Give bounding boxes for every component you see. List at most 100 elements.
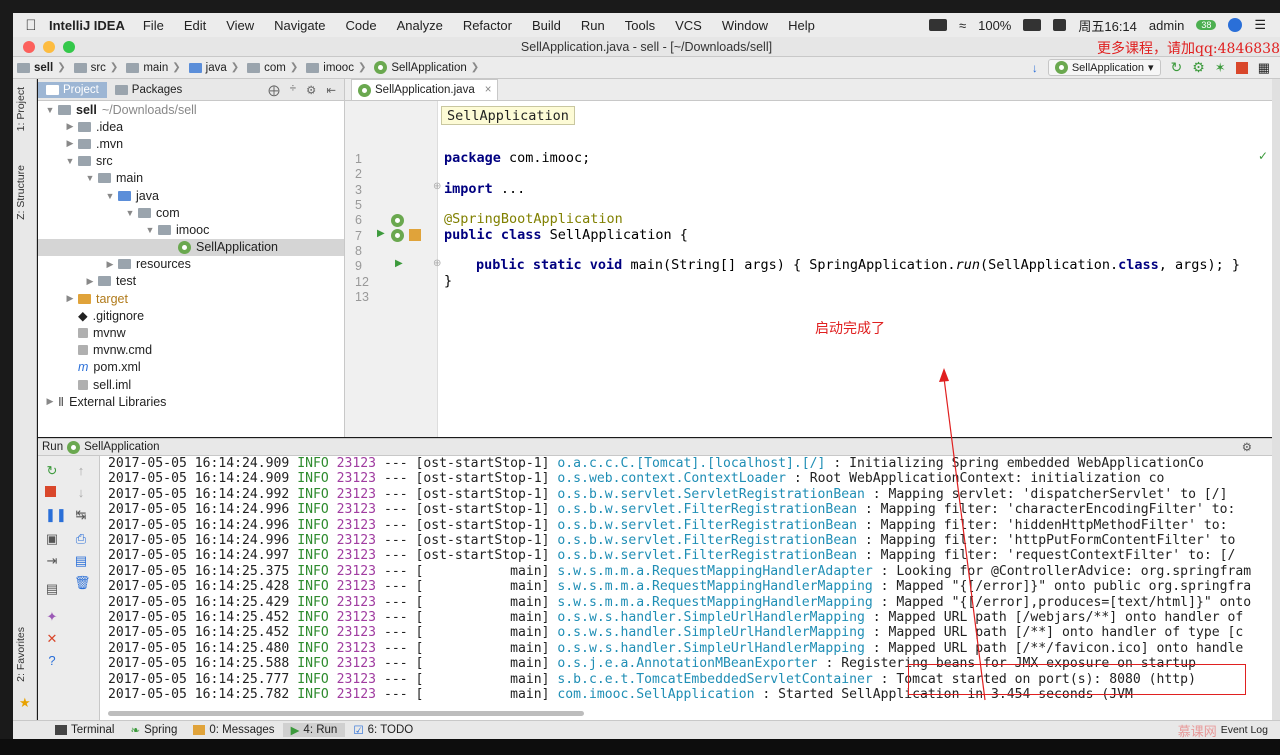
breadcrumb-com[interactable]: com ❯ bbox=[243, 62, 302, 74]
tree-item[interactable]: mvnw.cmd bbox=[38, 342, 344, 359]
input-method-icon[interactable] bbox=[1053, 19, 1067, 31]
tree-item[interactable]: mvnw bbox=[38, 324, 344, 341]
wifi-icon[interactable]: ≈ bbox=[959, 18, 966, 33]
tree-item[interactable]: ▼ com bbox=[38, 204, 344, 221]
code-area[interactable]: package com.imooc; import ... @SpringBoo… bbox=[438, 101, 1280, 437]
chevron-down-icon[interactable]: ▼ bbox=[64, 156, 76, 166]
menu-edit[interactable]: Edit bbox=[184, 18, 206, 33]
exit-icon[interactable]: ⇥ bbox=[45, 554, 59, 568]
spring-bean-gutter-icon[interactable] bbox=[391, 229, 404, 242]
tab-packages[interactable]: Packages bbox=[107, 82, 191, 98]
menu-analyze[interactable]: Analyze bbox=[397, 18, 443, 33]
tool-tab-favorites[interactable]: 2: Favorites bbox=[15, 627, 27, 682]
chevron-right-icon[interactable]: ▶ bbox=[64, 293, 76, 304]
print-icon[interactable]: ⎙ bbox=[74, 532, 88, 546]
tree-item[interactable]: ▶ .idea bbox=[38, 118, 344, 135]
menu-help[interactable]: Help bbox=[788, 18, 815, 33]
close-window-icon[interactable] bbox=[23, 41, 35, 53]
close-tab-icon[interactable]: × bbox=[485, 84, 492, 96]
scroll-down-icon[interactable]: ↓ bbox=[74, 486, 88, 500]
tool-tab-structure[interactable]: Z: Structure bbox=[15, 165, 27, 220]
tree-item[interactable]: ▶ target bbox=[38, 290, 344, 307]
trash-icon[interactable]: 🗑 bbox=[74, 576, 91, 590]
pin-icon[interactable]: ✦ bbox=[45, 610, 59, 624]
tree-item[interactable]: sell.iml bbox=[38, 376, 344, 393]
app-menu[interactable]: IntelliJ IDEA bbox=[49, 18, 125, 33]
print-icon[interactable]: ▤ bbox=[74, 554, 88, 568]
breadcrumb-main[interactable]: main ❯ bbox=[122, 62, 184, 74]
editor-tab-sellapplication[interactable]: SellApplication.java × bbox=[351, 79, 499, 100]
close-icon[interactable]: ✕ bbox=[45, 632, 59, 646]
collapse-all-icon[interactable]: ÷ bbox=[290, 83, 296, 97]
breadcrumb-imooc[interactable]: imooc ❯ bbox=[302, 62, 370, 74]
notification-center-icon[interactable]: ☰ bbox=[1254, 17, 1266, 33]
coverage-icon[interactable]: ✶ bbox=[1215, 60, 1226, 76]
stop-icon[interactable] bbox=[45, 486, 56, 497]
chevron-down-icon[interactable]: ▼ bbox=[104, 191, 116, 201]
tool-tab-run[interactable]: ▶ 4: Run bbox=[282, 723, 346, 737]
tree-item[interactable]: ▼ imooc bbox=[38, 221, 344, 238]
chevron-down-icon[interactable]: ▼ bbox=[144, 225, 156, 235]
menu-code[interactable]: Code bbox=[345, 18, 376, 33]
breadcrumb-src[interactable]: src ❯ bbox=[70, 62, 123, 74]
menu-vcs[interactable]: VCS bbox=[675, 18, 702, 33]
chevron-down-icon[interactable]: ▼ bbox=[124, 208, 136, 218]
tree-item[interactable]: ▶ .mvn bbox=[38, 135, 344, 152]
gear-icon[interactable]: ⚙ bbox=[306, 83, 316, 97]
spring-bean-gutter-icon[interactable] bbox=[391, 214, 404, 227]
build-project-icon[interactable]: ↓ bbox=[1032, 61, 1038, 75]
breadcrumb-sell[interactable]: sell ❯ bbox=[13, 62, 70, 74]
clock[interactable]: 周五16:14 bbox=[1078, 16, 1137, 35]
tree-item[interactable]: SellApplication bbox=[38, 238, 344, 256]
run-panel-config[interactable]: SellApplication bbox=[84, 441, 159, 453]
chevron-right-icon[interactable]: ▶ bbox=[64, 121, 76, 132]
menu-window[interactable]: Window bbox=[722, 18, 768, 33]
tool-tab-terminal[interactable]: Terminal bbox=[47, 724, 122, 736]
tree-item[interactable]: ◆ .gitignore bbox=[38, 307, 344, 324]
tree-item[interactable]: ▶ test bbox=[38, 273, 344, 290]
menu-view[interactable]: View bbox=[226, 18, 254, 33]
keyboard-status-icon[interactable] bbox=[928, 19, 947, 31]
tool-tab-project[interactable]: 1: Project bbox=[15, 87, 27, 131]
hide-panel-icon[interactable]: ⇤ bbox=[326, 83, 336, 97]
breadcrumb-sellapplication[interactable]: SellApplication ❯ bbox=[370, 61, 483, 74]
scroll-up-icon[interactable]: ↑ bbox=[74, 464, 88, 478]
minimize-window-icon[interactable] bbox=[43, 41, 55, 53]
tab-project[interactable]: Project bbox=[38, 81, 107, 98]
tree-item[interactable]: ▼ main bbox=[38, 170, 344, 187]
chevron-down-icon[interactable]: ▼ bbox=[84, 173, 96, 183]
notification-badge[interactable]: 38 bbox=[1196, 20, 1217, 30]
project-structure-icon[interactable]: ▦ bbox=[1258, 60, 1270, 76]
tool-tab-spring[interactable]: ❧ Spring bbox=[122, 723, 185, 737]
breadcrumb-java[interactable]: java ❯ bbox=[185, 62, 244, 74]
chevron-right-icon[interactable]: ▶ bbox=[84, 276, 96, 287]
spring-context-gutter-icon[interactable] bbox=[409, 229, 421, 241]
menu-navigate[interactable]: Navigate bbox=[274, 18, 325, 33]
tree-item[interactable]: m pom.xml bbox=[38, 359, 344, 376]
debug-icon[interactable]: ⚙ bbox=[1192, 59, 1205, 76]
tree-item[interactable]: ▶ Ⅱ External Libraries bbox=[38, 393, 344, 410]
menu-refactor[interactable]: Refactor bbox=[463, 18, 512, 33]
chevron-right-icon[interactable]: ▶ bbox=[44, 396, 56, 407]
stop-icon[interactable] bbox=[1235, 61, 1248, 74]
tree-item[interactable]: ▶ resources bbox=[38, 256, 344, 273]
chevron-right-icon[interactable]: ▶ bbox=[104, 259, 116, 270]
run-class-gutter-icon[interactable]: ▶ bbox=[377, 228, 385, 239]
tool-tab-todo[interactable]: ☑ 6: TODO bbox=[345, 723, 421, 737]
chevron-right-icon[interactable]: ▶ bbox=[64, 138, 76, 149]
menu-tools[interactable]: Tools bbox=[625, 18, 655, 33]
pause-icon[interactable]: ❚❚ bbox=[45, 508, 67, 522]
horizontal-scrollbar[interactable] bbox=[108, 711, 584, 716]
inspection-ok-icon[interactable]: ✓ bbox=[1258, 149, 1268, 163]
layout-icon[interactable]: ▤ bbox=[45, 582, 59, 596]
camera-icon[interactable]: ▣ bbox=[45, 532, 59, 546]
rerun-icon[interactable]: ↻ bbox=[1171, 59, 1183, 76]
menu-file[interactable]: File bbox=[143, 18, 164, 33]
tree-item[interactable]: ▼ java bbox=[38, 187, 344, 204]
soft-wrap-icon[interactable]: ↹ bbox=[74, 508, 88, 522]
menu-run[interactable]: Run bbox=[581, 18, 605, 33]
tree-item[interactable]: ▼ src bbox=[38, 153, 344, 170]
zoom-window-icon[interactable] bbox=[63, 41, 75, 53]
rerun-icon[interactable]: ↻ bbox=[45, 464, 59, 478]
chevron-down-icon[interactable]: ▼ bbox=[44, 105, 56, 115]
